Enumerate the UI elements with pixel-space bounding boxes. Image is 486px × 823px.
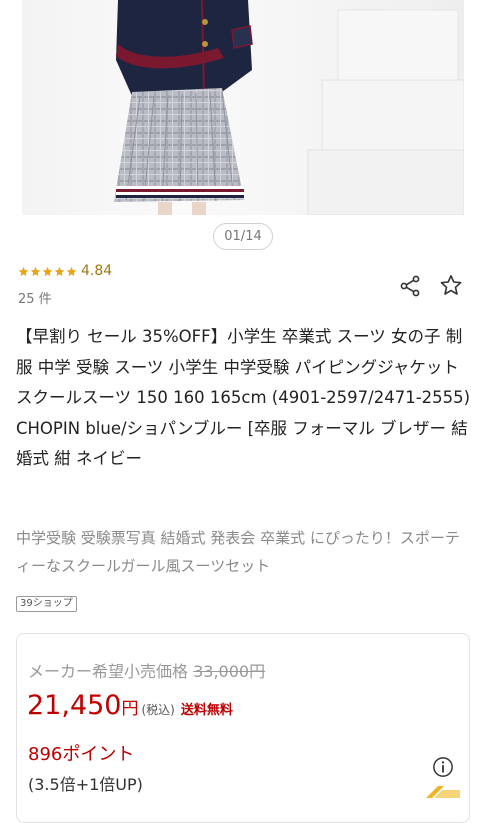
image-counter: 01/14 — [213, 223, 273, 250]
price-card: メーカー希望小売価格 33,000円 21,450 円 (税込) 送料無料 89… — [16, 633, 470, 823]
product-image[interactable] — [22, 0, 464, 215]
share-icon[interactable] — [398, 274, 422, 298]
msrp-label: メーカー希望小売価格 — [28, 662, 189, 681]
review-count[interactable]: 25 件 — [18, 288, 52, 307]
msrp: メーカー希望小売価格 33,000円 — [28, 658, 265, 682]
price-row: 21,450 円 (税込) 送料無料 — [27, 690, 233, 721]
free-shipping: 送料無料 — [180, 703, 233, 718]
points: 896ポイント — [28, 744, 135, 765]
star-filled-icon — [54, 266, 65, 276]
rating-value: 4.84 — [81, 263, 113, 279]
shop-badge: 39ショップ — [16, 596, 77, 612]
star-filled-icon — [30, 266, 41, 276]
scroll-corner-icon — [426, 786, 460, 798]
rating[interactable]: 4.84 — [18, 262, 112, 280]
points-detail: (3.5倍+1倍UP) — [28, 775, 143, 794]
msrp-value: 33,000円 — [193, 662, 266, 681]
star-filled-icon — [66, 266, 77, 276]
price-amount: 21,450 — [27, 690, 122, 721]
price-currency: 円 — [121, 699, 139, 719]
info-icon[interactable] — [432, 756, 454, 778]
rating-stars — [18, 266, 77, 277]
product-title: 【早割り セール 35%OFF】小学生 卒業式 スーツ 女の子 制服 中学 受験… — [16, 327, 471, 468]
star-filled-icon — [18, 266, 29, 276]
product-photo-illustration — [114, 0, 464, 215]
tax-note: (税込) — [141, 703, 175, 717]
star-filled-icon — [42, 266, 53, 276]
catch-copy: 中学受験 受験票写真 結婚式 発表会 卒業式 にぴったり！スポーティーなスクール… — [16, 529, 460, 575]
star-outline-icon[interactable] — [439, 273, 463, 297]
